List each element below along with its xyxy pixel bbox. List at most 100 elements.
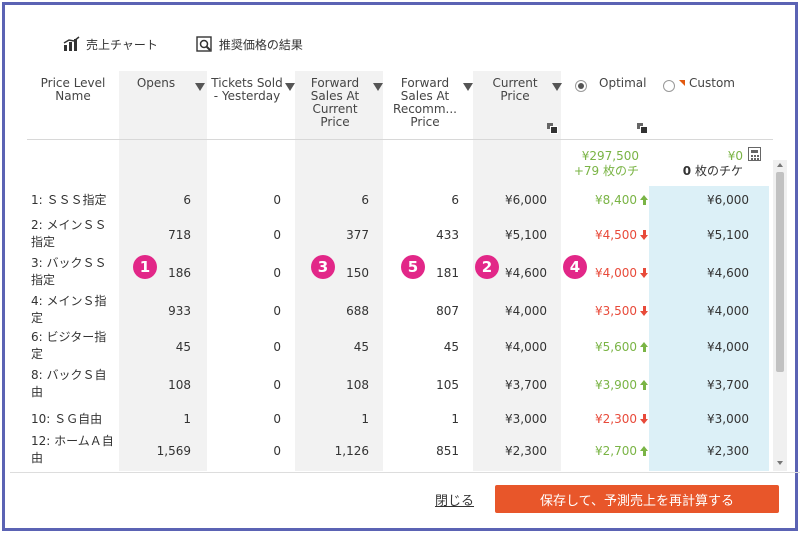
row-forward-recomm: 851: [436, 444, 459, 458]
row-forward-current: 377: [346, 228, 369, 242]
custom-radio[interactable]: [663, 80, 675, 92]
row-tickets-sold: 0: [273, 412, 281, 426]
custom-summary: ¥0 0 枚のチケ: [667, 149, 743, 179]
callout-marker-4: 4: [563, 255, 587, 279]
row-optimal-price: ¥4,500: [563, 227, 649, 243]
row-current-price: ¥4,000: [505, 304, 547, 318]
header-opens: Opens: [136, 76, 176, 90]
row-opens: 1,569: [156, 444, 191, 458]
optimal-value: ¥4,500: [595, 228, 637, 242]
table-row: 4: メインＳ指定 933 0 688 807 ¥4,000 ¥4,000 ¥3,500: [27, 293, 773, 329]
custom-amount: ¥0: [727, 149, 743, 163]
optimal-value: ¥2,700: [595, 444, 637, 458]
current-price-filter-icon[interactable]: [552, 83, 562, 91]
dialog-frame: 売上チャート 推奨価格の結果 Price Level Name Opens Ti…: [2, 2, 800, 531]
callout-marker-1: 1: [133, 255, 157, 279]
table-row: 2: メインＳＳ指定 718 0 377 433 ¥5,100 ¥5,100 ¥4,500: [27, 217, 773, 253]
magnifier-report-icon: [196, 35, 212, 52]
scroll-thumb[interactable]: [776, 172, 784, 372]
row-forward-recomm: 6: [451, 193, 459, 207]
row-name: 4: メインＳ指定: [31, 294, 107, 325]
row-name: 12: ホームＡ自由: [31, 434, 114, 465]
callout-marker-2: 2: [475, 255, 499, 279]
row-forward-recomm: 433: [436, 228, 459, 242]
row-optimal-price: ¥2,300: [563, 411, 649, 427]
row-forward-current: 45: [353, 340, 369, 354]
header-tickets-sold-yesterday: Tickets Sold - Yesterday: [211, 76, 283, 103]
table-row: 1: ＳＳＳ指定 6 0 6 6 ¥6,000 ¥6,000 ¥8,400: [27, 186, 773, 214]
row-custom-price[interactable]: ¥3,000: [649, 411, 749, 427]
forward-current-filter-icon[interactable]: [373, 83, 383, 91]
row-custom-price[interactable]: ¥5,100: [649, 227, 749, 243]
row-current-price: ¥2,300: [505, 444, 547, 458]
row-tickets-sold: 0: [273, 228, 281, 242]
row-custom-price[interactable]: ¥2,300: [649, 443, 749, 459]
row-forward-recomm: 45: [443, 340, 459, 354]
forward-recomm-filter-icon[interactable]: [463, 83, 473, 91]
scroll-down-icon[interactable]: [777, 461, 783, 465]
arrow-up-icon: [640, 446, 649, 456]
row-name: 6: ビジター指定: [31, 330, 107, 361]
row-name: 1: ＳＳＳ指定: [31, 193, 107, 207]
row-opens: 1: [183, 412, 191, 426]
custom-flag-icon: [679, 80, 685, 86]
row-tickets-sold: 0: [273, 304, 281, 318]
row-tickets-sold: 0: [273, 266, 281, 280]
row-custom-price[interactable]: ¥4,000: [649, 339, 749, 355]
close-link[interactable]: 閉じる: [435, 490, 474, 509]
optimal-value: ¥8,400: [595, 193, 637, 207]
table-row: 12: ホームＡ自由 1,569 0 1,126 851 ¥2,300 ¥2,300 ¥2,7…: [27, 433, 773, 469]
vertical-scrollbar[interactable]: [773, 160, 787, 471]
row-custom-price[interactable]: ¥4,600: [649, 265, 749, 281]
table-row: 8: バックＳ自由 108 0 108 105 ¥3,700 ¥3,700 ¥3,900: [27, 367, 773, 403]
calculator-icon[interactable]: [748, 147, 761, 161]
row-forward-current: 1: [361, 412, 369, 426]
row-current-price: ¥3,700: [505, 378, 547, 392]
row-custom-price[interactable]: ¥4,000: [649, 303, 749, 319]
header-current-price: Current Price: [492, 76, 538, 103]
arrow-up-icon: [640, 342, 649, 352]
header-divider: [27, 139, 773, 140]
scroll-up-icon[interactable]: [777, 163, 783, 167]
row-name: 2: メインＳＳ指定: [31, 218, 107, 249]
row-current-price: ¥6,000: [505, 193, 547, 207]
row-opens: 45: [175, 340, 191, 354]
callout-marker-3: 3: [311, 255, 335, 279]
row-custom-price[interactable]: ¥6,000: [649, 192, 749, 208]
row-optimal-price: ¥3,500: [563, 303, 649, 319]
row-current-price: ¥5,100: [505, 228, 547, 242]
row-forward-current: 1,126: [334, 444, 369, 458]
arrow-down-icon: [640, 230, 649, 240]
optimal-value: ¥2,300: [595, 412, 637, 426]
sales-chart-label: 売上チャート: [86, 37, 158, 52]
table-row: 10: ＳＧ自由 1 0 1 1 ¥3,000 ¥3,000 ¥2,300: [27, 405, 773, 433]
row-forward-current: 6: [361, 193, 369, 207]
arrow-down-icon: [640, 268, 649, 278]
chart-icon: [63, 36, 80, 51]
recommended-results-label: 推奨価格の結果: [218, 37, 303, 52]
arrow-up-icon: [640, 380, 649, 390]
arrow-down-icon: [640, 414, 649, 424]
row-optimal-price: ¥5,600: [563, 339, 649, 355]
callout-marker-5: 5: [401, 255, 425, 279]
optimal-amount: ¥297,500: [581, 149, 639, 163]
arrow-up-icon: [640, 195, 649, 205]
row-tickets-sold: 0: [273, 378, 281, 392]
tickets-sold-filter-icon[interactable]: [285, 83, 295, 91]
header-optimal: Optimal: [599, 76, 647, 90]
row-custom-price[interactable]: ¥3,700: [649, 377, 749, 393]
row-name: 3: バックＳＳ指定: [31, 256, 107, 287]
header-forward-sales-recomm: Forward Sales At Recomm... Price: [393, 76, 457, 129]
header-forward-sales-current: Forward Sales At Current Price: [310, 76, 360, 129]
opens-filter-icon[interactable]: [195, 83, 205, 91]
row-opens: 108: [168, 378, 191, 392]
row-tickets-sold: 0: [273, 340, 281, 354]
recommended-results-button[interactable]: 推奨価格の結果: [196, 35, 303, 53]
toolbar: 売上チャート 推奨価格の結果: [63, 33, 341, 55]
optimal-radio[interactable]: [575, 80, 587, 92]
save-recalculate-button[interactable]: 保存して、予測売上を再計算する: [495, 485, 779, 513]
row-forward-recomm: 105: [436, 378, 459, 392]
optimal-tickets: +79 枚のチ: [573, 164, 639, 178]
row-optimal-price: ¥8,400: [563, 192, 649, 208]
sales-chart-button[interactable]: 売上チャート: [63, 36, 158, 53]
